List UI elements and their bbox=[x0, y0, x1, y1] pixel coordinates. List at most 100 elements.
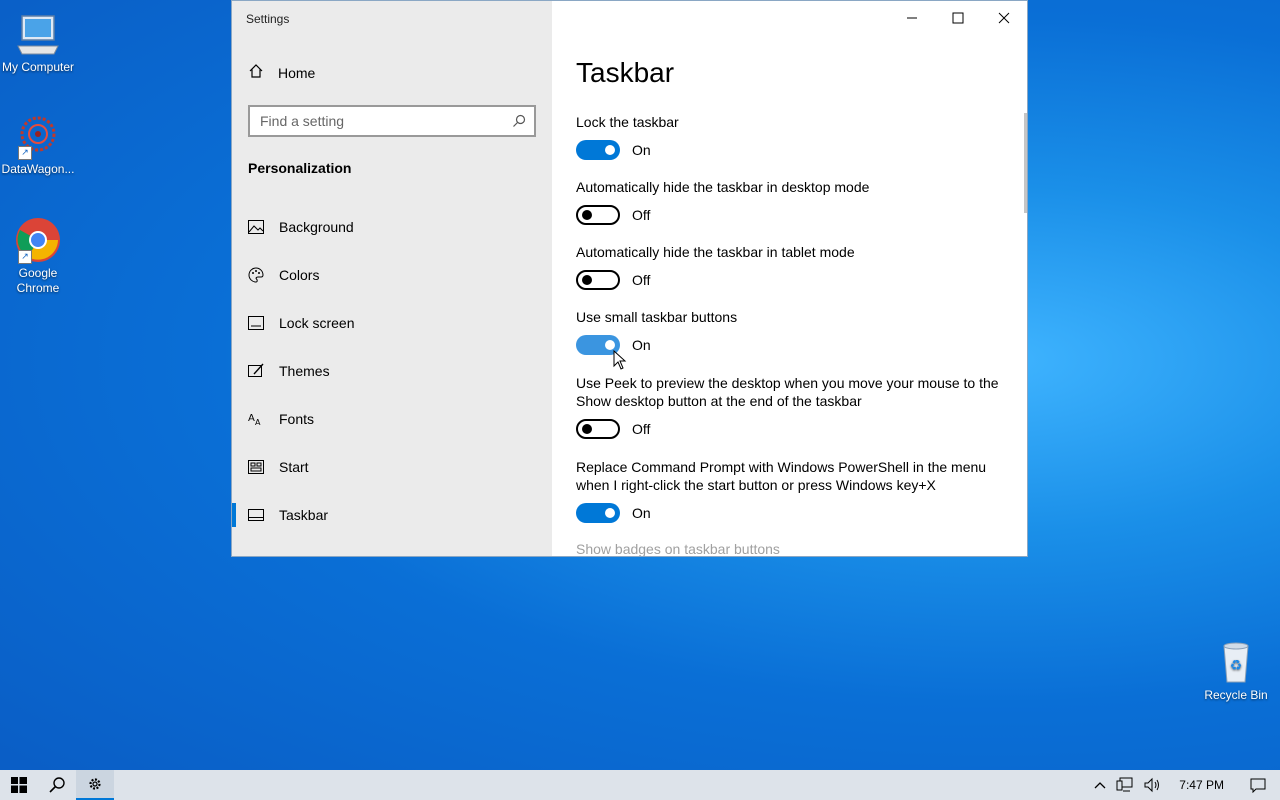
settings-sidebar: Settings Home Personalization Background bbox=[232, 1, 552, 556]
content-scrollbar[interactable] bbox=[1024, 113, 1027, 213]
desktop-icon-label: My Computer bbox=[1, 60, 75, 74]
toggle-state: Off bbox=[632, 421, 651, 437]
search-icon bbox=[49, 777, 65, 793]
desktop-icon-recycle-bin[interactable]: ♻ Recycle Bin bbox=[1198, 638, 1274, 703]
mouse-cursor-icon bbox=[613, 350, 627, 370]
maximize-button[interactable] bbox=[935, 1, 981, 35]
home-icon bbox=[248, 63, 264, 82]
taskbar-search-button[interactable] bbox=[38, 770, 76, 800]
notification-icon bbox=[1250, 778, 1266, 793]
action-center-button[interactable] bbox=[1236, 770, 1280, 800]
svg-text:A: A bbox=[248, 413, 255, 424]
windows-logo-icon bbox=[11, 777, 27, 793]
sidebar-item-fonts[interactable]: AA Fonts bbox=[232, 395, 552, 443]
home-label: Home bbox=[278, 64, 316, 81]
show-hidden-icons-button[interactable] bbox=[1089, 770, 1111, 800]
setting-label: Automatically hide the taskbar in deskto… bbox=[576, 179, 870, 195]
sidebar-item-label: Background bbox=[279, 219, 354, 235]
toggle-state: On bbox=[632, 505, 651, 521]
network-icon bbox=[1116, 777, 1133, 792]
desktop-icon-my-computer[interactable]: My Computer bbox=[0, 10, 76, 75]
search-icon[interactable] bbox=[512, 114, 526, 133]
sidebar-item-label: Lock screen bbox=[279, 315, 355, 331]
speaker-icon bbox=[1144, 777, 1160, 793]
windows-taskbar: 7:47 PM bbox=[0, 770, 1280, 800]
personalization-nav: Background Colors Lock screen Themes A A… bbox=[232, 203, 552, 539]
themes-icon bbox=[248, 363, 264, 379]
setting-label: Show badges on taskbar buttons bbox=[576, 541, 780, 557]
computer-icon bbox=[14, 10, 62, 58]
minimize-icon bbox=[907, 17, 917, 19]
search-box[interactable] bbox=[248, 105, 536, 137]
chevron-up-icon bbox=[1094, 782, 1106, 789]
desktop-icon-chrome[interactable]: ↗ Google Chrome bbox=[0, 216, 76, 296]
svg-text:A: A bbox=[255, 418, 261, 427]
sidebar-item-themes[interactable]: Themes bbox=[232, 347, 552, 395]
lock-screen-icon bbox=[248, 315, 264, 331]
sidebar-item-start[interactable]: Start bbox=[232, 443, 552, 491]
close-button[interactable] bbox=[981, 1, 1027, 35]
setting-autohide-desktop: Automatically hide the taskbar in deskto… bbox=[576, 178, 1006, 225]
volume-button[interactable] bbox=[1139, 770, 1167, 800]
sidebar-item-label: Start bbox=[279, 459, 309, 475]
taskbar-clock[interactable]: 7:47 PM bbox=[1167, 778, 1236, 792]
sidebar-item-label: Taskbar bbox=[279, 507, 329, 523]
desktop-icon-label: Google Chrome bbox=[16, 266, 60, 295]
desktop-icon-label: DataWagon... bbox=[1, 162, 75, 176]
toggle-state: Off bbox=[632, 207, 651, 223]
page-title: Taskbar bbox=[576, 57, 675, 88]
chrome-icon: ↗ bbox=[14, 216, 62, 264]
taskbar-icon bbox=[248, 507, 264, 523]
svg-text:♻: ♻ bbox=[1230, 657, 1243, 673]
setting-label: Replace Command Prompt with Windows Powe… bbox=[576, 459, 987, 493]
minimize-button[interactable] bbox=[889, 1, 935, 35]
home-nav-item[interactable]: Home bbox=[248, 63, 315, 82]
toggle-state: On bbox=[632, 337, 651, 353]
setting-badges: Show badges on taskbar buttons bbox=[576, 541, 1006, 557]
recycle-bin-icon: ♻ bbox=[1212, 638, 1260, 686]
setting-lock-taskbar: Lock the taskbar On bbox=[576, 113, 1006, 160]
section-title: Personalization bbox=[248, 160, 352, 176]
datawagon-icon: ↗ bbox=[14, 112, 62, 160]
taskbar-settings-app[interactable] bbox=[76, 770, 114, 800]
sidebar-item-background[interactable]: Background bbox=[232, 203, 552, 251]
sidebar-item-label: Colors bbox=[279, 267, 320, 283]
setting-label: Automatically hide the taskbar in tablet… bbox=[576, 244, 855, 260]
desktop-icon-datawagon[interactable]: ↗ DataWagon... bbox=[0, 112, 76, 177]
sidebar-item-taskbar[interactable]: Taskbar bbox=[232, 491, 552, 539]
system-tray: 7:47 PM bbox=[1089, 770, 1280, 800]
sidebar-item-label: Themes bbox=[279, 363, 330, 379]
setting-label: Use Peek to preview the desktop when you… bbox=[576, 375, 999, 409]
sidebar-item-colors[interactable]: Colors bbox=[232, 251, 552, 299]
autohide-desktop-toggle[interactable] bbox=[576, 205, 620, 225]
window-title: Settings bbox=[246, 12, 290, 26]
desktop-icon-label: Recycle Bin bbox=[1204, 688, 1268, 702]
settings-window: Settings Home Personalization Background bbox=[231, 0, 1028, 557]
network-button[interactable] bbox=[1111, 770, 1139, 800]
setting-label: Use small taskbar buttons bbox=[576, 309, 738, 325]
lock-taskbar-toggle[interactable] bbox=[576, 140, 620, 160]
autohide-tablet-toggle[interactable] bbox=[576, 270, 620, 290]
maximize-icon bbox=[952, 12, 964, 24]
peek-toggle[interactable] bbox=[576, 419, 620, 439]
powershell-toggle[interactable] bbox=[576, 503, 620, 523]
start-icon bbox=[248, 459, 264, 475]
setting-powershell: Replace Command Prompt with Windows Powe… bbox=[576, 458, 1006, 523]
picture-icon bbox=[248, 219, 264, 235]
sidebar-item-lock-screen[interactable]: Lock screen bbox=[232, 299, 552, 347]
setting-small-buttons: Use small taskbar buttons On bbox=[576, 308, 1006, 355]
toggle-state: On bbox=[632, 142, 651, 158]
setting-label: Lock the taskbar bbox=[576, 114, 679, 130]
close-icon bbox=[998, 12, 1010, 24]
search-input[interactable] bbox=[250, 107, 510, 135]
setting-autohide-tablet: Automatically hide the taskbar in tablet… bbox=[576, 243, 1006, 290]
setting-peek: Use Peek to preview the desktop when you… bbox=[576, 374, 1006, 439]
toggle-state: Off bbox=[632, 272, 651, 288]
window-controls bbox=[889, 1, 1027, 35]
start-button[interactable] bbox=[0, 770, 38, 800]
shortcut-arrow-icon: ↗ bbox=[18, 146, 32, 160]
shortcut-arrow-icon: ↗ bbox=[18, 250, 32, 264]
gear-icon bbox=[89, 778, 101, 790]
fonts-icon: AA bbox=[248, 411, 264, 427]
palette-icon bbox=[248, 267, 264, 283]
